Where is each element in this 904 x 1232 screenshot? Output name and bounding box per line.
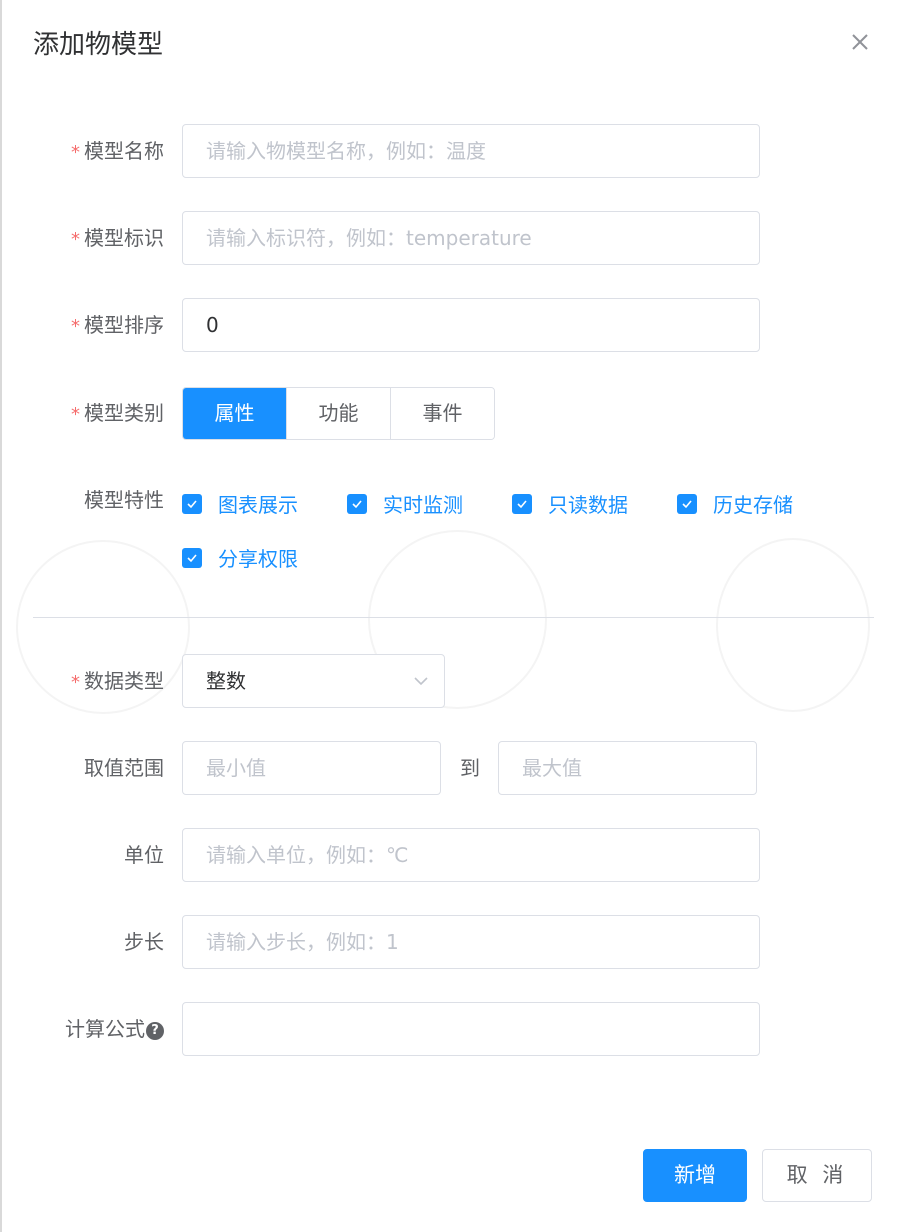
- feature-readonly-label: 只读数据: [548, 493, 628, 517]
- unit-input[interactable]: [182, 828, 760, 882]
- model-name-input[interactable]: [182, 124, 760, 178]
- dialog-title: 添加物模型: [33, 30, 164, 60]
- cancel-button[interactable]: 取 消: [762, 1149, 872, 1202]
- close-icon[interactable]: [848, 30, 872, 54]
- model-name-label: * 模型名称: [71, 139, 164, 163]
- confirm-add-button[interactable]: 新增: [643, 1149, 747, 1202]
- range-max-input[interactable]: [498, 741, 757, 795]
- model-order-input[interactable]: [182, 298, 760, 352]
- step-label: 步长: [124, 930, 164, 954]
- feature-history-label: 历史存储: [713, 493, 793, 517]
- check-icon: [182, 547, 202, 568]
- feature-share-checkbox[interactable]: 分享权限: [182, 543, 298, 572]
- model-order-label: * 模型排序: [71, 313, 164, 337]
- feature-share-label: 分享权限: [218, 547, 298, 571]
- model-type-property[interactable]: 属性: [183, 388, 286, 439]
- model-type-function[interactable]: 功能: [286, 388, 390, 439]
- feature-chart-checkbox[interactable]: 图表展示: [182, 489, 298, 518]
- check-icon: [182, 493, 202, 514]
- question-icon[interactable]: ?: [146, 1022, 164, 1040]
- chevron-down-icon: [412, 672, 430, 694]
- formula-input[interactable]: [182, 1002, 760, 1056]
- formula-label: 计算公式?: [65, 1002, 164, 1056]
- range-min-input[interactable]: [182, 741, 441, 795]
- model-features-label: 模型特性: [84, 488, 164, 512]
- model-type-label: * 模型类别: [71, 401, 164, 425]
- watermark-circle: [716, 538, 870, 712]
- datatype-label: * 数据类型: [71, 669, 164, 693]
- datatype-select[interactable]: 整数: [182, 654, 445, 708]
- model-type-radio-group: 属性 功能 事件: [182, 387, 495, 440]
- feature-history-checkbox[interactable]: 历史存储: [677, 489, 793, 518]
- feature-chart-label: 图表展示: [218, 493, 298, 517]
- range-label: 取值范围: [84, 756, 164, 780]
- check-icon: [677, 493, 697, 514]
- check-icon: [347, 493, 367, 514]
- check-icon: [512, 493, 532, 514]
- feature-monitor-checkbox[interactable]: 实时监测: [347, 489, 463, 518]
- feature-monitor-label: 实时监测: [383, 493, 463, 517]
- model-type-event[interactable]: 事件: [390, 388, 494, 439]
- range-to-text: 到: [460, 756, 480, 780]
- datatype-value: 整数: [206, 669, 246, 693]
- feature-readonly-checkbox[interactable]: 只读数据: [512, 489, 628, 518]
- model-identifier-input[interactable]: [182, 211, 760, 265]
- add-model-dialog: 添加物模型 *模型名称 *模型标识 *模型排序 *模型类别 属性 功能 事件 模…: [2, 0, 904, 1232]
- unit-label: 单位: [124, 843, 164, 867]
- step-input[interactable]: [182, 915, 760, 969]
- model-identifier-label: * 模型标识: [71, 226, 164, 250]
- section-divider: [33, 617, 874, 618]
